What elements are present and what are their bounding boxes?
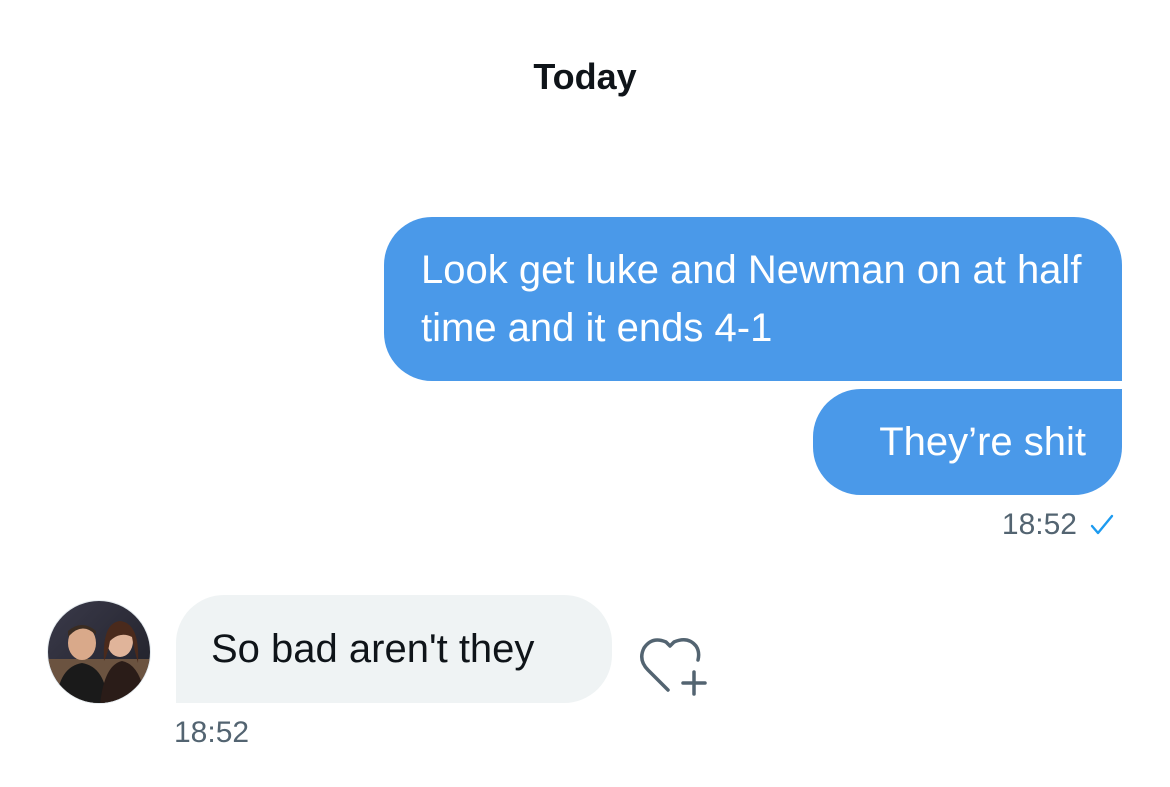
avatar[interactable] (47, 600, 151, 704)
message-text: Look get luke and Newman on at half time… (421, 248, 1082, 350)
message-timestamp: 18:52 (1001, 508, 1077, 541)
message-timestamp: 18:52 (174, 716, 250, 749)
incoming-message-bubble[interactable]: So bad aren't they (176, 595, 612, 703)
outgoing-message-bubble[interactable]: They’re shit (813, 389, 1122, 495)
outgoing-message-meta: 18:52 (1002, 508, 1115, 542)
message-text: So bad aren't they (211, 627, 535, 671)
outgoing-message-bubble[interactable]: Look get luke and Newman on at half time… (384, 217, 1122, 381)
check-icon (1089, 512, 1115, 538)
date-separator: Today (533, 56, 637, 97)
heart-plus-icon[interactable] (636, 632, 712, 698)
message-text: They’re shit (879, 420, 1086, 464)
